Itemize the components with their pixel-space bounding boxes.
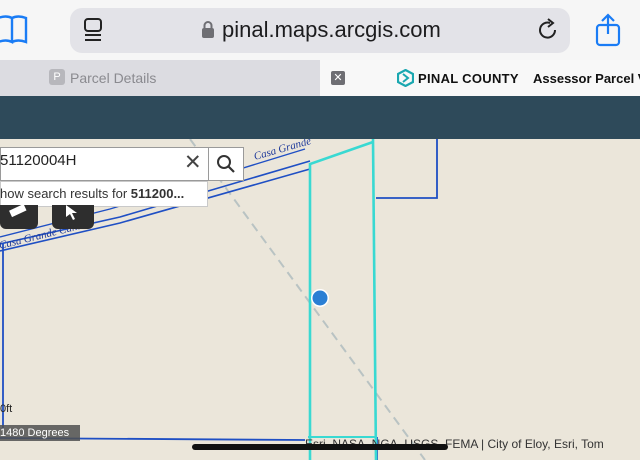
tab-favicon-icon: P xyxy=(49,69,65,85)
tab-parcel-details[interactable] xyxy=(0,60,320,96)
tab-title: Parcel Details xyxy=(70,70,157,86)
tab-app-title: Assessor Parcel V xyxy=(533,71,640,86)
pinal-logo-icon xyxy=(397,69,414,87)
search-suggestion-text: how search results for 511200... xyxy=(0,186,206,201)
ruler-icon xyxy=(9,205,27,218)
share-icon[interactable] xyxy=(594,13,622,47)
search-input[interactable]: 51120004H xyxy=(0,152,76,169)
lock-icon xyxy=(202,21,214,38)
coordinate-readout: 1480 Degrees xyxy=(0,425,80,441)
tab-brand-label: PINAL COUNTY xyxy=(418,71,519,86)
home-indicator xyxy=(192,444,448,450)
reader-icon[interactable] xyxy=(82,17,106,43)
current-location-dot[interactable] xyxy=(312,290,328,306)
app-header xyxy=(0,96,640,139)
scale-bar-label: 0ft xyxy=(0,403,13,415)
search-icon xyxy=(217,155,235,173)
tab-close-icon[interactable]: ✕ xyxy=(331,71,345,85)
suggestion-prefix: how search results for xyxy=(0,186,131,201)
reload-icon[interactable] xyxy=(536,18,560,42)
bookmarks-icon[interactable] xyxy=(0,14,30,46)
clear-search-icon[interactable]: ✕ xyxy=(184,150,202,175)
cursor-select-icon xyxy=(66,205,77,220)
suggestion-query: 511200... xyxy=(130,186,185,201)
url-text: pinal.maps.arcgis.com xyxy=(222,17,441,42)
